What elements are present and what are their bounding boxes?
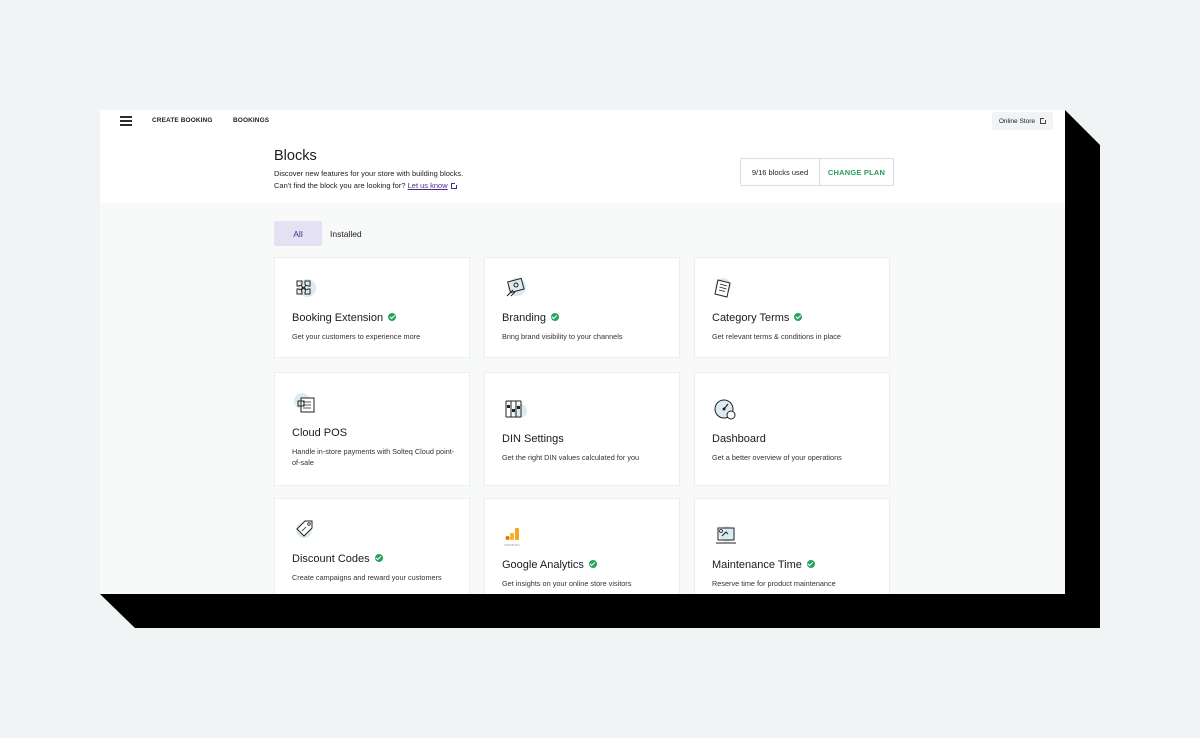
card-description: Bring brand visibility to your channels bbox=[502, 332, 623, 341]
top-navigation-bar: CREATE BOOKING BOOKINGS Online Store bbox=[100, 110, 1065, 139]
card-description: Get a better overview of your operations bbox=[712, 453, 842, 462]
block-card-google-analytics[interactable]: Google Analytics Google Analytics Get in… bbox=[484, 498, 680, 594]
change-plan-button[interactable]: CHANGE PLAN bbox=[820, 159, 893, 185]
card-title: Category Terms bbox=[712, 312, 803, 324]
card-title: Cloud POS bbox=[292, 427, 348, 439]
google-analytics-icon: Google Analytics bbox=[504, 528, 521, 547]
external-link-icon bbox=[1040, 117, 1047, 124]
installed-check-icon bbox=[374, 554, 383, 562]
block-card-dashboard[interactable]: Dashboard Get a better overview of your … bbox=[694, 372, 890, 486]
page-subtitle-help: Can't find the block you are looking for… bbox=[274, 181, 458, 190]
installed-check-icon bbox=[588, 560, 597, 568]
document-icon bbox=[714, 278, 731, 298]
hamburger-icon[interactable] bbox=[120, 116, 132, 127]
block-card-booking-extension[interactable]: Booking Extension Get your customers to … bbox=[274, 257, 470, 358]
page-title: Blocks bbox=[274, 148, 317, 164]
speedometer-icon bbox=[714, 399, 736, 420]
tab-all[interactable]: All bbox=[274, 221, 322, 246]
plan-usage-box: 9/16 blocks used CHANGE PLAN bbox=[740, 158, 894, 186]
card-description: Get your customers to experience more bbox=[292, 332, 421, 341]
installed-check-icon bbox=[551, 313, 560, 321]
block-card-cloud-pos[interactable]: Cloud POS Handle in-store payments with … bbox=[274, 372, 470, 486]
tab-installed[interactable]: Installed bbox=[330, 221, 362, 246]
pos-terminal-icon bbox=[294, 393, 315, 413]
app-window: CREATE BOOKING BOOKINGS Online Store Blo… bbox=[100, 110, 1065, 594]
page-header: Blocks Discover new features for your st… bbox=[100, 138, 1065, 203]
card-description: Get the right DIN values calculated for … bbox=[502, 453, 640, 462]
installed-check-icon bbox=[388, 313, 397, 321]
card-description: Get insights on your online store visito… bbox=[502, 579, 632, 588]
nav-create-booking[interactable]: CREATE BOOKING bbox=[152, 117, 213, 124]
installed-check-icon bbox=[794, 313, 803, 321]
block-card-category-terms[interactable]: Category Terms Get relevant terms & cond… bbox=[694, 257, 890, 358]
card-description: Create campaigns and reward your custome… bbox=[292, 573, 442, 582]
external-link-icon bbox=[450, 182, 458, 189]
card-title: DIN Settings bbox=[502, 433, 564, 445]
card-title: Dashboard bbox=[712, 433, 766, 445]
blocks-used-counter: 9/16 blocks used bbox=[741, 159, 820, 185]
maintenance-icon bbox=[716, 526, 736, 544]
palette-icon bbox=[506, 277, 526, 297]
google-analytics-icon-caption: Google Analytics bbox=[504, 544, 521, 547]
card-title: Booking Extension bbox=[292, 312, 397, 324]
online-store-label: Online Store bbox=[998, 117, 1035, 125]
block-card-discount-codes[interactable]: Discount Codes Create campaigns and rewa… bbox=[274, 498, 470, 594]
card-description: Handle in-store payments with Solteq Clo… bbox=[292, 447, 455, 467]
installed-check-icon bbox=[806, 560, 815, 568]
ski-binding-icon bbox=[505, 400, 527, 418]
card-title: Maintenance Time bbox=[712, 559, 815, 571]
page-subtitle: Discover new features for your store wit… bbox=[274, 169, 464, 178]
help-text: Can't find the block you are looking for… bbox=[274, 181, 406, 190]
block-card-branding[interactable]: Branding Bring brand visibility to your … bbox=[484, 257, 680, 358]
online-store-button[interactable]: Online Store bbox=[991, 112, 1053, 130]
card-description: Get relevant terms & conditions in place bbox=[712, 332, 841, 341]
card-description: Reserve time for product maintenance bbox=[712, 579, 836, 588]
card-title: Google Analytics bbox=[502, 559, 597, 571]
card-title: Branding bbox=[502, 312, 560, 324]
block-card-maintenance-time[interactable]: Maintenance Time Reserve time for produc… bbox=[694, 498, 890, 594]
discount-tag-icon bbox=[296, 520, 313, 538]
card-title: Discount Codes bbox=[292, 553, 383, 565]
let-us-know-link[interactable]: Let us know bbox=[408, 181, 448, 190]
nav-bookings[interactable]: BOOKINGS bbox=[233, 117, 269, 124]
block-card-din-settings[interactable]: DIN Settings Get the right DIN values ca… bbox=[484, 372, 680, 486]
puzzle-icon bbox=[296, 279, 316, 297]
